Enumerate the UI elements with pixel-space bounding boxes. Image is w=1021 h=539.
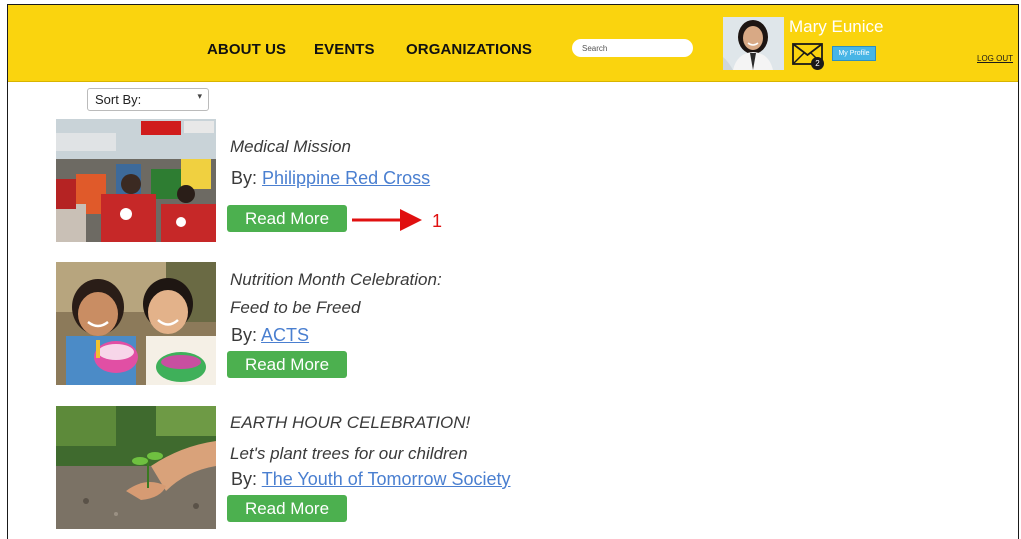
- arrow-right-icon: [352, 209, 422, 231]
- mail-count-badge: 2: [811, 57, 824, 70]
- event-organizer: By: The Youth of Tomorrow Society: [231, 469, 511, 490]
- event-image-medical-mission[interactable]: [56, 119, 216, 242]
- nav-events[interactable]: EVENTS: [314, 41, 375, 58]
- tree-planting-photo-icon: [56, 406, 216, 529]
- event-organizer: By: Philippine Red Cross: [231, 168, 430, 189]
- event-title-line: Medical Mission: [230, 137, 351, 156]
- organizer-link[interactable]: The Youth of Tomorrow Society: [262, 469, 511, 489]
- nav-about-us[interactable]: ABOUT US: [207, 41, 286, 58]
- nav-organizations[interactable]: ORGANIZATIONS: [406, 41, 532, 58]
- event-title-line: Feed to be Freed: [230, 298, 361, 317]
- event-image-nutrition-month[interactable]: [56, 262, 216, 385]
- sort-by-select[interactable]: Sort By: ▾: [87, 88, 209, 111]
- app-frame: ABOUT US EVENTS ORGANIZATIONS Mary Eunic…: [7, 4, 1019, 539]
- event-title-line: Let's plant trees for our children: [230, 444, 468, 463]
- top-header: ABOUT US EVENTS ORGANIZATIONS Mary Eunic…: [8, 5, 1018, 82]
- by-label: By:: [231, 469, 258, 489]
- username: Mary Eunice: [789, 17, 884, 36]
- read-more-button[interactable]: Read More: [227, 205, 347, 232]
- my-profile-button[interactable]: My Profile: [832, 46, 876, 61]
- read-more-button[interactable]: Read More: [227, 495, 347, 522]
- user-photo-icon: [723, 17, 784, 70]
- by-label: By:: [231, 325, 258, 345]
- event-title-line: Nutrition Month Celebration:: [230, 270, 442, 289]
- read-more-button[interactable]: Read More: [227, 351, 347, 378]
- annotation-number: 1: [432, 211, 443, 231]
- organizer-link[interactable]: Philippine Red Cross: [262, 168, 430, 188]
- event-title-line: EARTH HOUR CELEBRATION!: [230, 413, 471, 432]
- avatar[interactable]: [723, 17, 784, 70]
- event-organizer: By: ACTS: [231, 325, 309, 346]
- sort-by-label: Sort By:: [95, 92, 142, 107]
- children-eating-photo-icon: [56, 262, 216, 385]
- search-input[interactable]: [572, 39, 693, 57]
- chevron-down-icon: ▾: [197, 91, 202, 101]
- logout-link[interactable]: LOG OUT: [977, 54, 1013, 63]
- medical-mission-photo-icon: [56, 119, 216, 242]
- organizer-link[interactable]: ACTS: [261, 325, 309, 345]
- by-label: By:: [231, 168, 258, 188]
- event-image-earth-hour[interactable]: [56, 406, 216, 529]
